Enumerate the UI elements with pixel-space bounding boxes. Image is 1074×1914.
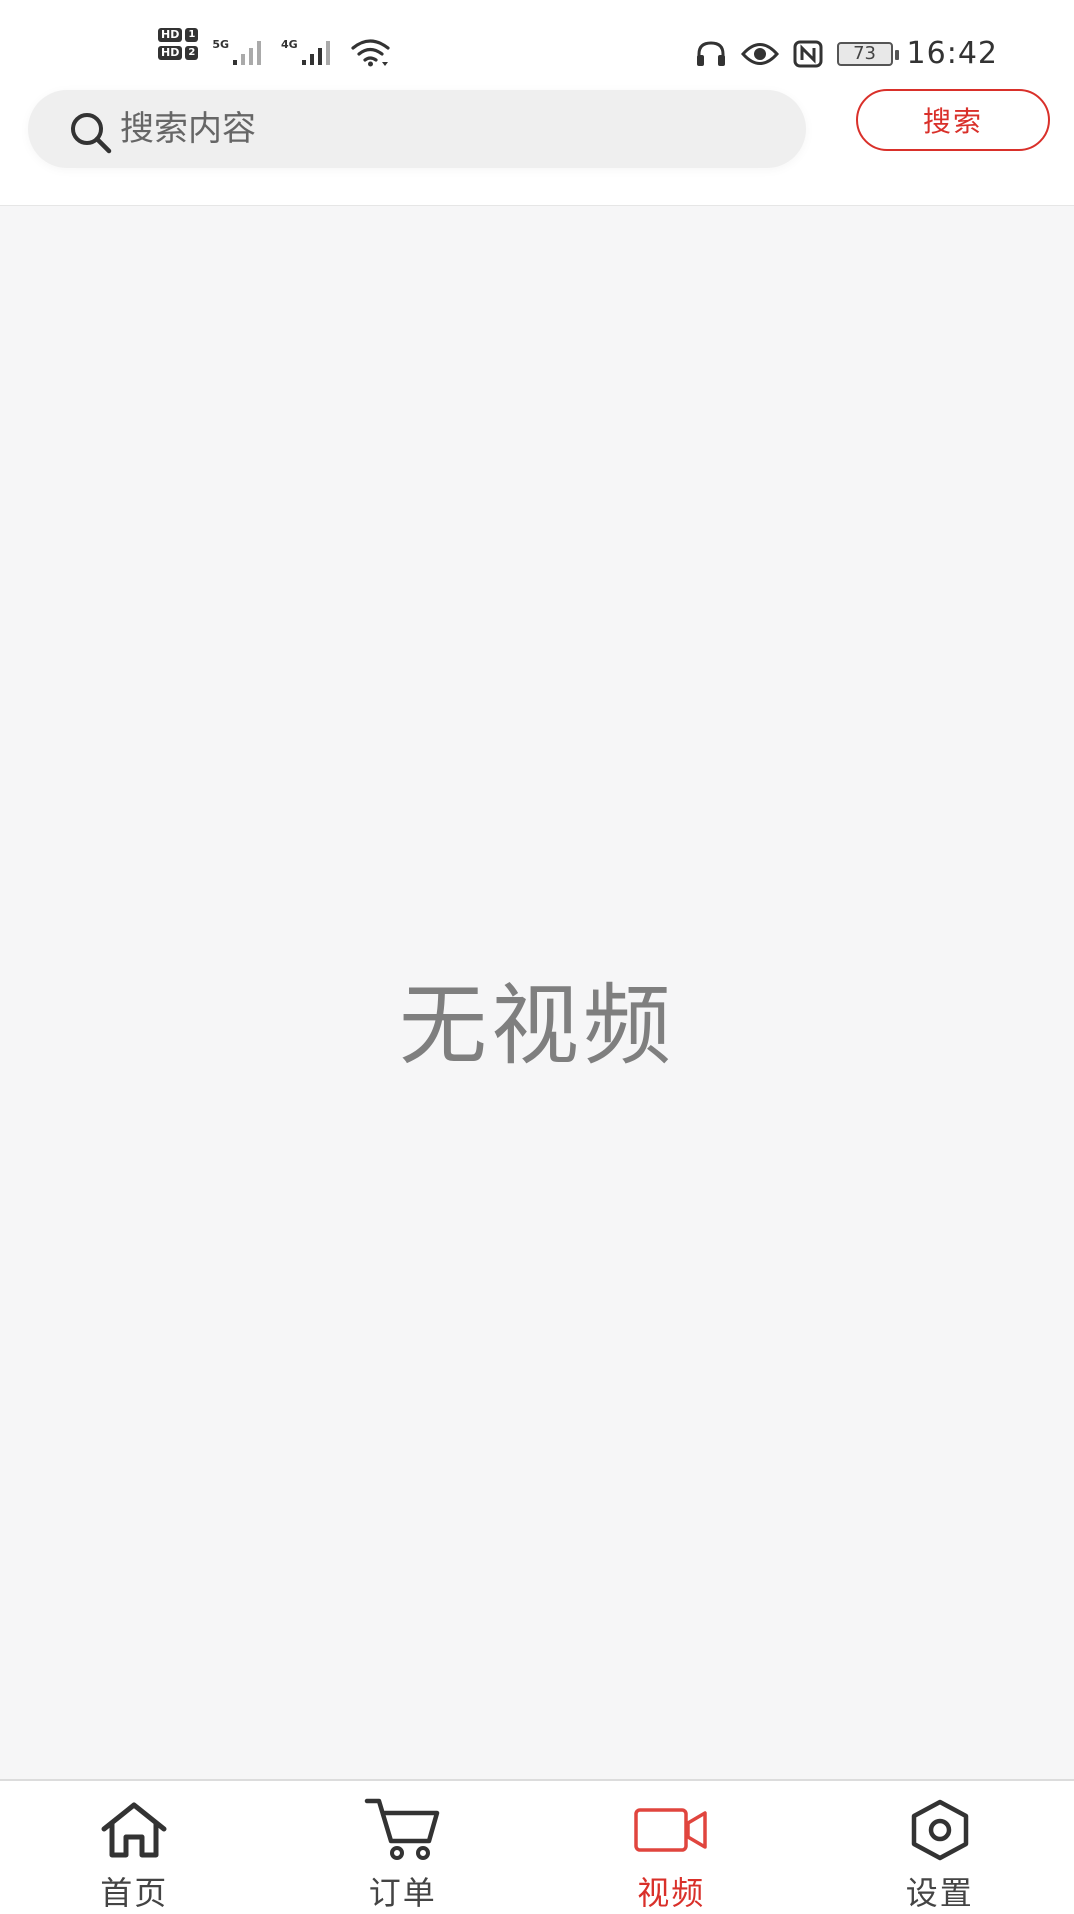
hd1-number: 1 [185,28,199,42]
search-button[interactable]: 搜索 [856,89,1050,151]
status-left: HD 1 HD 2 5G 4G [158,28,392,80]
home-icon [101,1802,167,1857]
search-input[interactable] [120,104,720,154]
search-icon [71,113,112,154]
status-bar: HD 1 HD 2 5G 4G 73 16:42 [0,0,1074,84]
network-4g-label: 4G [281,38,298,51]
bottom-tab-bar: 首页 订单 视频 设置 [0,1779,1074,1914]
hd2-number: 2 [185,46,199,60]
status-right: 73 16:42 [695,36,998,71]
hd1-badge: HD [158,28,183,42]
headphones-icon [696,40,725,66]
eye-icon [740,42,779,65]
tab-video-label: 视频 [637,1874,706,1912]
wifi-icon [351,39,390,67]
network-5g-label: 5G [212,38,230,51]
video-list-area: 无视频 [0,207,1074,1778]
signal-5g-icon [233,41,262,65]
search-header: 搜索 [0,84,1074,206]
status-time: 16:42 [906,36,998,71]
video-icon [634,1807,707,1852]
tab-settings[interactable]: 设置 [806,1781,1074,1914]
search-box[interactable] [28,90,806,168]
tab-video[interactable]: 视频 [537,1781,806,1914]
tab-orders[interactable]: 订单 [269,1781,538,1914]
tab-home[interactable]: 首页 [0,1781,269,1914]
screen: HD 1 HD 2 5G 4G 73 16:42 搜索内容 搜索 无视频 首页 … [0,0,1074,1914]
tab-settings-label: 设置 [905,1874,974,1912]
tab-orders-label: 订单 [368,1874,437,1912]
tab-home-label: 首页 [100,1874,169,1912]
battery-indicator: 73 [836,41,899,66]
signal-4g-icon [301,41,330,65]
settings-icon [911,1799,968,1860]
cart-icon [364,1798,439,1860]
empty-state-message: 无视频 [398,974,675,1077]
hd-indicators: HD 1 HD 2 [158,28,199,60]
nfc-icon [793,40,823,67]
hd2-badge: HD [158,46,183,60]
